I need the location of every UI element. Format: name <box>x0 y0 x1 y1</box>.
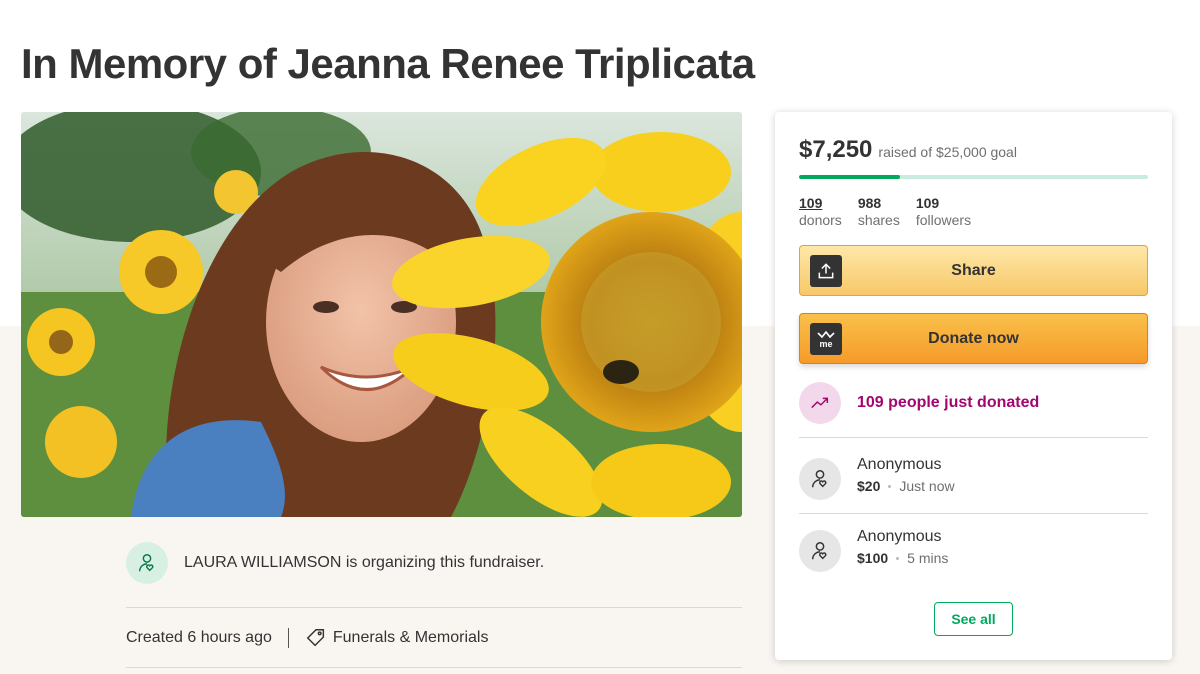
donation-detail: $20 Just now <box>857 478 955 494</box>
tag-icon <box>306 629 324 647</box>
bullet-separator <box>896 556 900 560</box>
amount-raised-row: $7,250 raised of $25,000 goal <box>799 136 1017 164</box>
gofundme-logo-icon: me <box>810 323 842 355</box>
donation-amount: $20 <box>857 478 881 494</box>
share-label: Share <box>951 261 996 279</box>
user-heart-icon <box>799 530 841 572</box>
svg-text:me: me <box>819 339 832 349</box>
donation-item: Anonymous $20 Just now <box>799 456 955 500</box>
organizer-text: LAURA WILLIAMSON is organizing this fund… <box>184 554 544 572</box>
donate-label: Donate now <box>928 329 1019 347</box>
progress-fill <box>799 175 901 179</box>
stat-label: followers <box>915 212 972 228</box>
goal-text: raised of $25,000 goal <box>878 144 1017 160</box>
user-heart-icon <box>126 542 168 584</box>
created-time: Created 6 hours ago <box>126 629 272 646</box>
share-button[interactable]: Share <box>799 245 1148 296</box>
stat-shares: 988 shares <box>858 195 900 229</box>
category-label: Funerals & Memorials <box>332 629 489 646</box>
bullet-separator <box>888 484 892 488</box>
divider <box>126 607 742 608</box>
divider <box>799 513 1148 514</box>
trend-text: 109 people just donated <box>857 394 1040 411</box>
amount-raised: $7,250 <box>799 136 873 163</box>
meta-separator <box>287 628 289 648</box>
divider <box>126 667 742 668</box>
donate-now-button[interactable]: me Donate now <box>799 313 1148 364</box>
progress-bar <box>799 175 1148 179</box>
stats-row: 109 donors 988 shares 109 followers <box>799 195 971 229</box>
stat-donors[interactable]: 109 donors <box>799 195 842 229</box>
stat-number: 109 <box>915 195 940 211</box>
page-title: In Memory of Jeanna Renee Triplicata <box>21 40 755 87</box>
campaign-meta: Created 6 hours ago Funerals & Memorials <box>126 626 488 650</box>
user-heart-icon <box>799 458 841 500</box>
donation-detail: $100 5 mins <box>857 550 948 566</box>
share-icon <box>810 255 842 287</box>
hero-image <box>21 112 742 517</box>
divider <box>799 437 1148 438</box>
stat-number: 109 <box>799 195 823 211</box>
stat-number: 988 <box>857 195 882 211</box>
stat-label: donors <box>799 212 842 228</box>
recent-donations-trend: 109 people just donated <box>799 382 1039 424</box>
donation-item: Anonymous $100 5 mins <box>799 528 948 572</box>
see-all-button[interactable]: See all <box>934 602 1013 636</box>
organizer-row: LAURA WILLIAMSON is organizing this fund… <box>126 542 544 584</box>
stat-label: shares <box>857 212 900 228</box>
organizer-suffix: is organizing this fundraiser. <box>341 554 545 571</box>
donor-name: Anonymous <box>857 456 942 473</box>
trending-up-icon <box>799 382 841 424</box>
organizer-name[interactable]: LAURA WILLIAMSON <box>184 554 341 571</box>
donation-sidebar-card: $7,250 raised of $25,000 goal 109 donors… <box>775 112 1172 660</box>
donation-time: Just now <box>899 478 955 494</box>
category-link[interactable]: Funerals & Memorials <box>305 627 489 649</box>
donor-name: Anonymous <box>857 528 942 545</box>
stat-followers: 109 followers <box>916 195 971 229</box>
donation-time: 5 mins <box>907 550 949 566</box>
donation-amount: $100 <box>857 550 889 566</box>
